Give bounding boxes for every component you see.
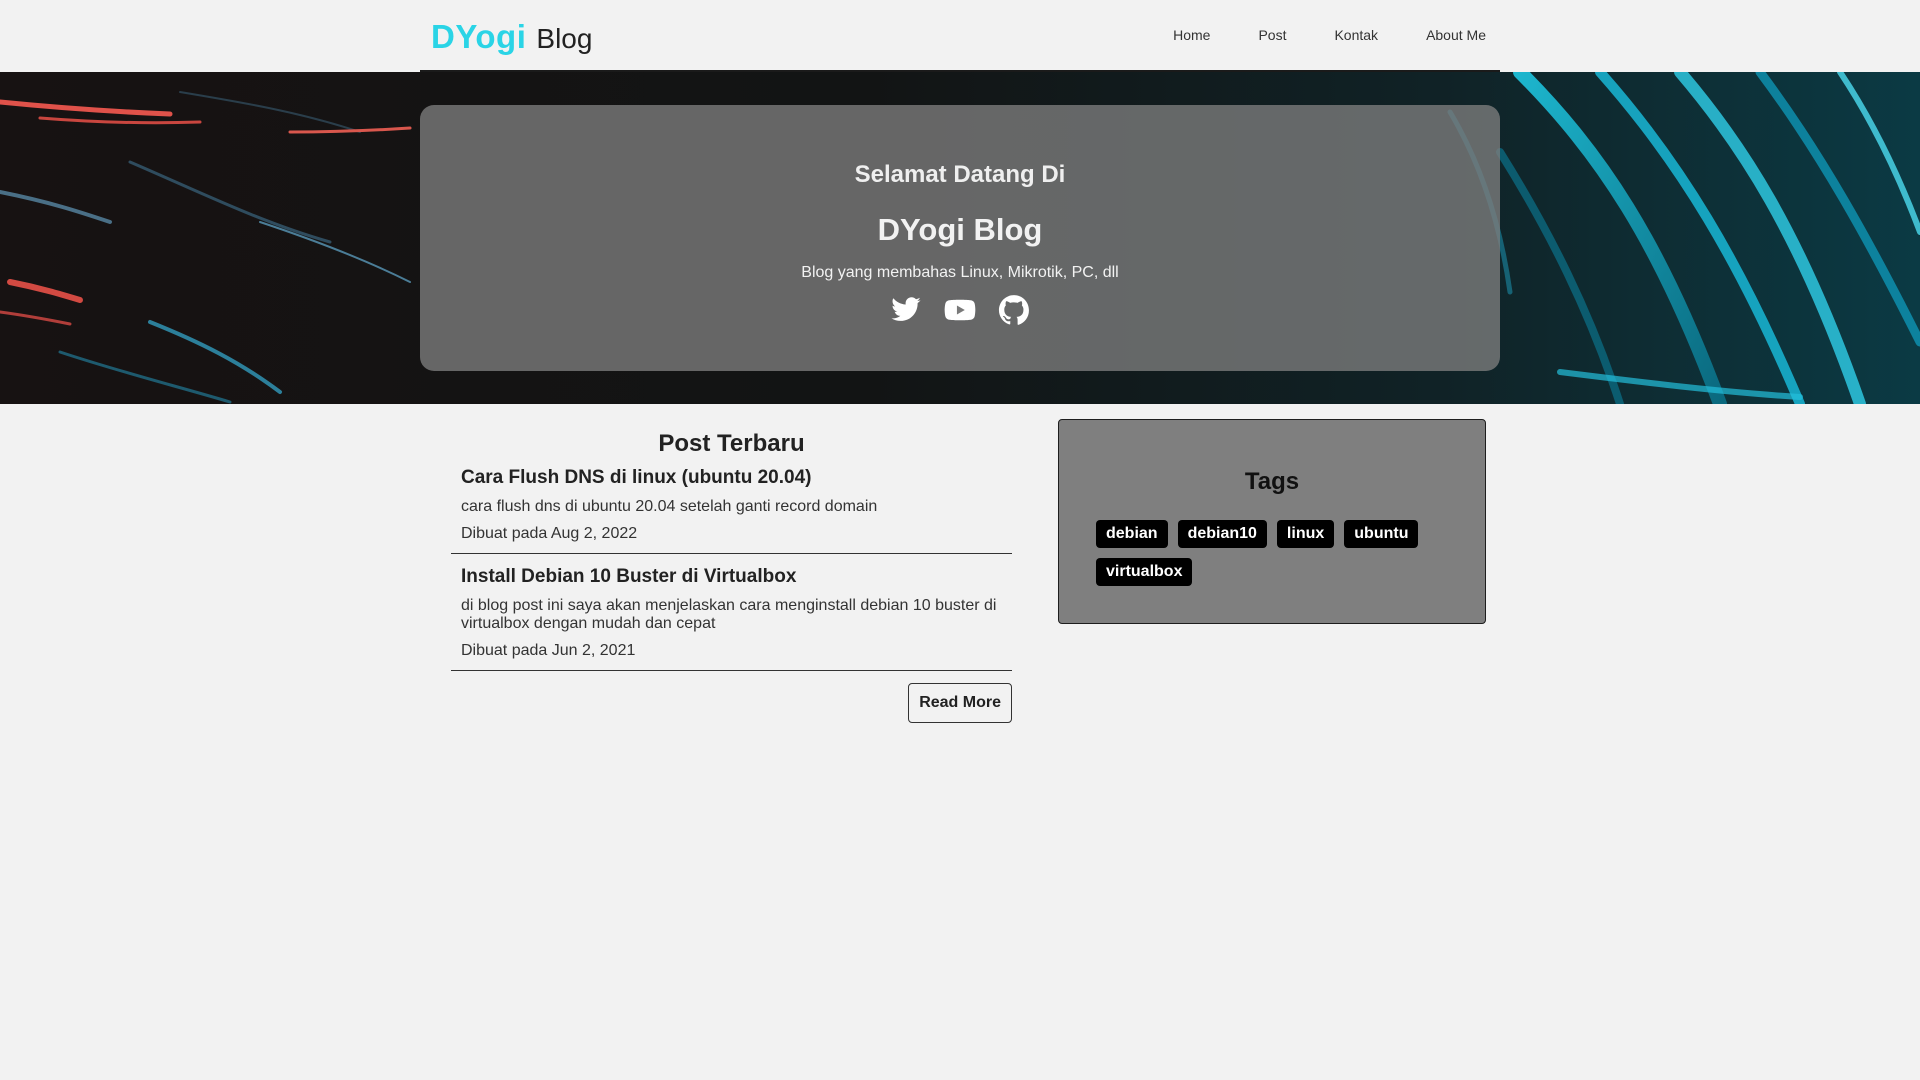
tag-list: debian debian10 linux ubuntu virtualbox [1096, 520, 1456, 586]
post-date: Dibuat pada Aug 2, 2022 [461, 525, 638, 542]
brand-accent-text: DYogi [431, 18, 527, 55]
post-title-link[interactable]: Install Debian 10 Buster di Virtualbox [461, 566, 1002, 588]
navbar-inner: DYogi Blog Home Post Kontak About Me [420, 0, 1500, 72]
youtube-icon[interactable] [944, 294, 976, 326]
hero-greeting: Selamat Datang Di [854, 161, 1066, 188]
nav-home-link[interactable]: Home [1173, 27, 1210, 43]
tag-virtualbox[interactable]: virtualbox [1096, 558, 1193, 586]
github-icon[interactable] [998, 294, 1030, 326]
twitter-icon[interactable] [890, 294, 922, 326]
posts-heading: Post Terbaru [658, 430, 805, 457]
hero-title: DYogi Blog [877, 212, 1043, 247]
tag-debian10[interactable]: debian10 [1177, 520, 1267, 548]
top-navbar: DYogi Blog Home Post Kontak About Me [0, 0, 1920, 72]
nav-kontak-link[interactable]: Kontak [1334, 27, 1378, 43]
nav-post-link[interactable]: Post [1258, 27, 1286, 43]
post-excerpt: di blog post ini saya akan menjelaskan c… [461, 597, 997, 632]
post-item: Install Debian 10 Buster di Virtualbox d… [451, 566, 1012, 671]
post-date: Dibuat pada Jun 2, 2021 [461, 642, 636, 659]
hero-subtitle: Blog yang membahas Linux, Mikrotik, PC, … [801, 264, 1119, 281]
latest-posts-section: Post Terbaru Cara Flush DNS di linux (ub… [451, 430, 1012, 723]
social-links [420, 294, 1500, 326]
hero-card: Selamat Datang Di DYogi Blog Blog yang m… [420, 105, 1500, 371]
read-more-button[interactable]: Read More [908, 683, 1012, 723]
read-more-container: Read More [451, 683, 1012, 723]
tag-linux[interactable]: linux [1276, 520, 1335, 548]
tags-panel: Tags debian debian10 linux ubuntu virtua… [1058, 419, 1486, 624]
post-item: Cara Flush DNS di linux (ubuntu 20.04) c… [451, 467, 1012, 554]
tags-heading: Tags [1244, 468, 1300, 495]
post-excerpt: cara flush dns di ubuntu 20.04 setelah g… [461, 498, 878, 515]
nav-about-link[interactable]: About Me [1426, 27, 1486, 43]
brand-text: Blog [536, 23, 593, 54]
hero-banner: Selamat Datang Di DYogi Blog Blog yang m… [0, 72, 1920, 404]
tag-ubuntu[interactable]: ubuntu [1344, 520, 1419, 548]
site-logo[interactable]: DYogi Blog [431, 18, 592, 56]
main-nav: Home Post Kontak About Me [1125, 27, 1486, 43]
tag-debian[interactable]: debian [1096, 520, 1168, 548]
post-title-link[interactable]: Cara Flush DNS di linux (ubuntu 20.04) [461, 467, 1002, 489]
